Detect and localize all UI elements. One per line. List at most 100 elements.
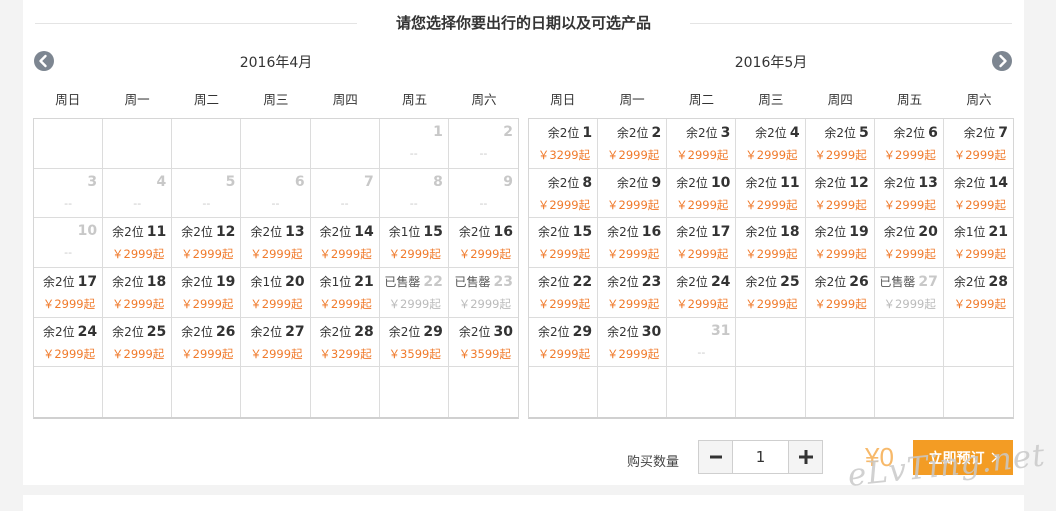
calendar-day-available[interactable]: 余2位 15 ￥2999起 [529,218,599,268]
weekday-label: 周四 [332,92,358,107]
calendar-empty-cell [875,367,944,417]
calendar-day-available[interactable]: 余2位 12 ￥2999起 [172,218,242,268]
calendar-day-available[interactable]: 余2位 18 ￥2999起 [103,268,173,318]
calendar-day-available[interactable]: 余2位 9 ￥2999起 [598,168,668,219]
calendar-day-available[interactable]: 余2位 28 ￥3299起 [310,317,380,368]
calendar-day-unavailable: 1 -- [379,119,449,169]
weekday-header: 周日 周一 周二 周三 周四 周五 周六 [33,89,519,108]
calendar-day-available[interactable]: 余2位 7 ￥2999起 [943,119,1013,169]
calendar-day-available[interactable]: 余2位 16 ￥2999起 [598,218,668,268]
day-status: 余2位 [883,175,916,190]
calendar-empty-cell [736,367,806,417]
day-number: 1 [582,125,593,141]
calendar-day-available[interactable]: 余2位 30 ￥3599起 [448,318,518,368]
day-status: 余2位 [814,175,847,190]
day-status: 余2位 [814,275,847,289]
calendar-day-available[interactable]: 余2位 6 ￥2999起 [874,119,944,169]
calendar-day-available[interactable]: 余2位 12 ￥2999起 [805,168,875,219]
day-price: ￥2999起 [883,197,936,212]
calendar-day-unavailable: 2 -- [448,119,518,169]
calendar-day-available[interactable]: 余2位 26 ￥2999起 [172,317,242,368]
calendar-day-available[interactable]: 余2位 13 ￥2999起 [241,218,311,268]
day-number: 2 [651,125,662,141]
calendar-day-available[interactable]: 余2位 25 ￥2999起 [103,317,173,368]
calendar-day-unavailable: 5 -- [172,168,242,219]
day-price: ￥2999起 [883,297,936,311]
day-number: 31 [710,322,731,339]
calendar-day-available[interactable]: 余2位 11 ￥2999起 [736,168,806,219]
calendar-day-available[interactable]: 余2位 28 ￥2999起 [943,268,1013,318]
day-number: 6 [294,173,305,190]
calendar-day-available[interactable]: 余2位 14 ￥2999起 [943,169,1013,219]
day-price: ￥2999起 [607,247,660,262]
calendar-day-available[interactable]: 余2位 8 ￥2999起 [529,168,599,219]
day-number: 25 [780,274,800,290]
calendar-empty-cell [529,367,599,417]
day-number: 14 [354,224,374,241]
calendar-day-available[interactable]: 余2位 19 ￥2999起 [805,218,875,268]
calendar-day-available[interactable]: 余2位 17 ￥2999起 [34,268,104,318]
calendar-day-available[interactable]: 余1位 15 ￥2999起 [379,218,449,268]
day-status: 余2位 [953,175,986,190]
day-status: 余2位 [458,324,491,339]
calendar-day-available[interactable]: 余2位 18 ￥2999起 [736,218,806,268]
calendar-day-available[interactable]: 余2位 16 ￥2999起 [448,218,518,268]
calendar-day-available[interactable]: 余2位 4 ￥2999起 [736,119,806,169]
weekday-label: 周六 [471,92,497,107]
calendar-day-available[interactable]: 余2位 13 ￥2999起 [874,168,944,219]
day-price: ￥3299起 [319,346,372,361]
lower-panel [23,495,1024,511]
day-number: 8 [433,173,443,190]
day-status: 余2位 [755,126,787,140]
calendar-day-available[interactable]: 余2位 17 ￥2999起 [667,218,737,268]
calendar-day-available[interactable]: 余2位 27 ￥2999起 [241,317,311,368]
calendar-empty-cell [311,367,380,417]
calendar-day-available[interactable]: 余2位 2 ￥2999起 [598,119,668,169]
day-status: 余2位 [250,225,283,240]
book-now-button[interactable]: 立即预订 [913,440,1013,475]
increase-quantity-button[interactable] [788,441,822,473]
calendar-day-unavailable: 8 -- [379,168,449,219]
day-status: 余2位 [319,225,352,240]
calendar-grid: 1 -- 2 -- 3 -- 4 -- 5 -- 6 -- 7 -- 8 -- 9 -- 10 -- 余2位 11 ￥299… [33,118,519,419]
weekday-label: 周日 [55,92,81,107]
calendar-day-available[interactable]: 余2位 14 ￥2999起 [310,218,380,268]
calendar-day-available[interactable]: 余2位 1 ￥3299起 [529,119,599,169]
calendar-day-available[interactable]: 余2位 19 ￥2999起 [172,268,242,318]
day-price: ￥2999起 [112,346,165,361]
day-number: 7 [998,125,1008,141]
day-price: ￥2999起 [814,297,867,311]
day-number: 28 [988,274,1008,290]
calendar-day-available[interactable]: 余2位 29 ￥3599起 [379,317,449,368]
calendar-day-available[interactable]: 余2位 29 ￥2999起 [529,317,599,368]
calendar-day-available[interactable]: 余2位 23 ￥2999起 [598,268,668,318]
calendar-day-available[interactable]: 余2位 5 ￥2999起 [805,119,875,169]
calendar-day-available[interactable]: 余2位 26 ￥2999起 [805,268,875,318]
day-number: 16 [493,224,513,241]
day-status: 已售罄 [384,275,421,289]
calendar-day-available[interactable]: 余2位 24 ￥2999起 [667,268,737,318]
day-status: 余1位 [388,225,421,240]
calendar-day-unavailable: 10 -- [34,218,104,268]
calendar-day-available[interactable]: 余1位 21 ￥2999起 [310,268,380,318]
calendar-day-available[interactable]: 余2位 24 ￥2999起 [34,317,104,368]
day-status: 余2位 [745,175,778,190]
calendar-day-available[interactable]: 余2位 22 ￥2999起 [529,268,599,318]
day-status: 余2位 [883,225,916,240]
header-divider-right [690,23,1012,24]
calendar-day-available[interactable]: 余2位 3 ￥2999起 [667,119,737,169]
calendar-day-available[interactable]: 余2位 25 ￥2999起 [736,268,806,318]
calendar-day-available[interactable]: 余1位 21 ￥2999起 [943,218,1013,268]
decrease-quantity-button[interactable] [699,441,733,473]
day-price: ￥2999起 [458,297,511,311]
day-price: -- [202,196,211,210]
day-price: ￥2999起 [458,247,511,262]
day-price: ￥2999起 [181,346,234,361]
calendar-day-available[interactable]: 余2位 30 ￥2999起 [598,317,668,368]
calendar-day-available[interactable]: 余2位 20 ￥2999起 [874,218,944,268]
quantity-input[interactable] [733,441,788,473]
calendar-day-available[interactable]: 余2位 10 ￥2999起 [667,168,737,219]
calendar-day-available[interactable]: 余2位 11 ￥2999起 [103,218,173,268]
day-number: 13 [918,174,938,191]
calendar-day-available[interactable]: 余1位 20 ￥2999起 [241,268,311,318]
